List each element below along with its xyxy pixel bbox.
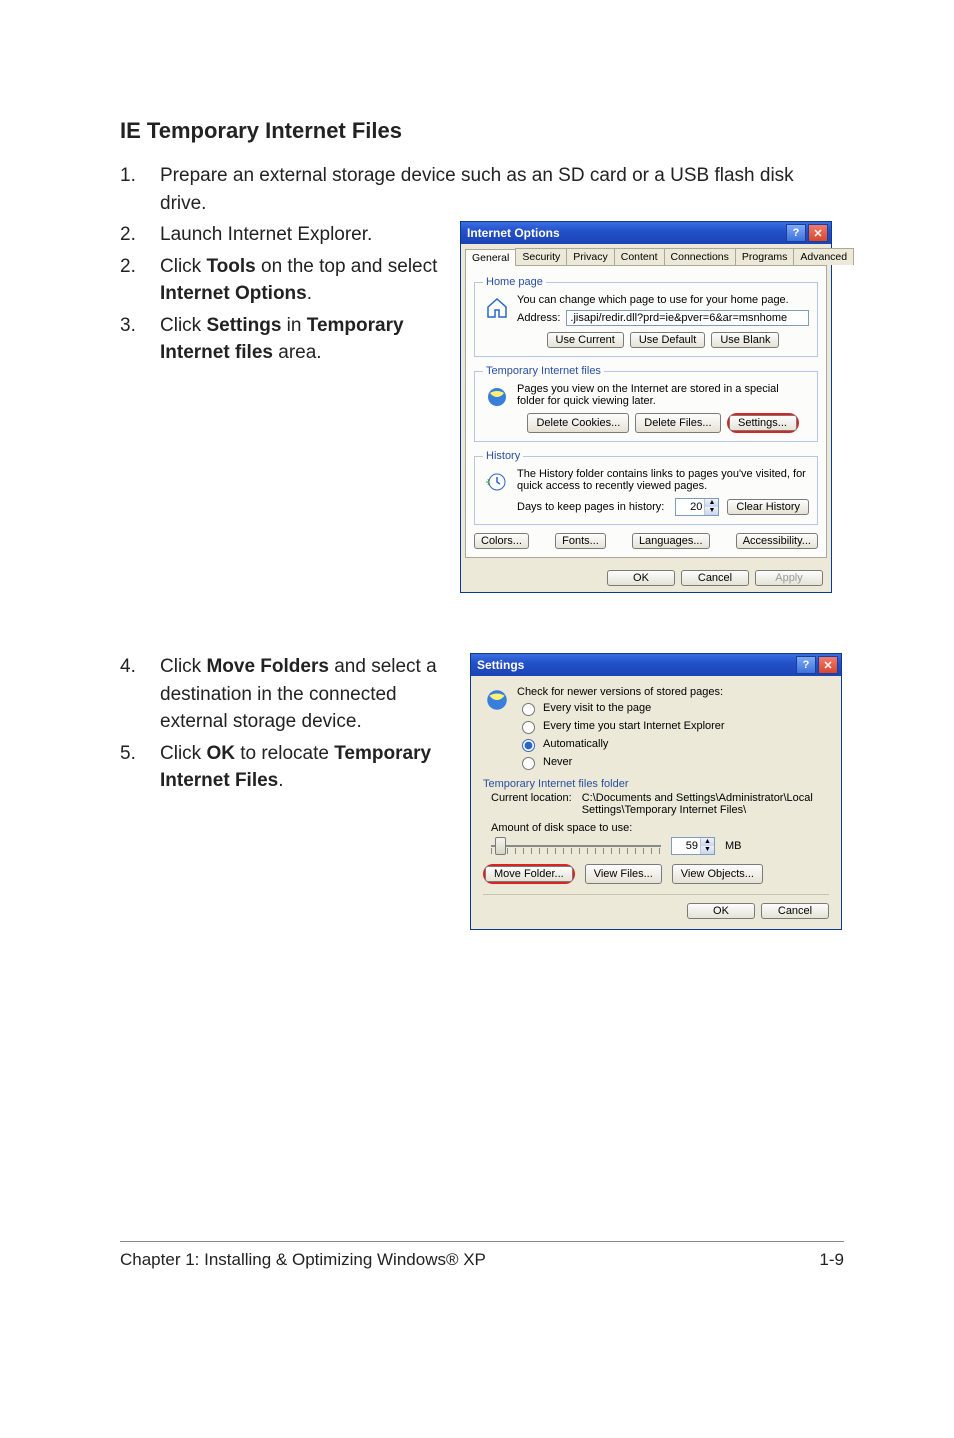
settings-button[interactable]: Settings... <box>729 415 797 431</box>
legend-history: History <box>483 450 523 462</box>
disk-space-input[interactable] <box>672 840 700 852</box>
check-versions-label: Check for newer versions of stored pages… <box>517 686 829 698</box>
use-default-button[interactable]: Use Default <box>630 332 705 348</box>
clear-history-button[interactable]: Clear History <box>727 499 809 515</box>
tab-privacy[interactable]: Privacy <box>566 248 614 265</box>
disk-space-slider[interactable] <box>491 836 661 856</box>
cancel-button[interactable]: Cancel <box>681 570 749 586</box>
legend-temp: Temporary Internet files <box>483 365 604 377</box>
step-text: Click Move Folders and select a destinat… <box>160 653 450 736</box>
help-button[interactable]: ? <box>786 224 806 242</box>
radio-every-start[interactable]: Every time you start Internet Explorer <box>517 718 829 734</box>
history-desc: The History folder contains links to pag… <box>517 468 809 492</box>
close-button[interactable]: ✕ <box>818 656 838 674</box>
spin-up-icon[interactable]: ▲ <box>701 838 714 846</box>
tab-content[interactable]: Content <box>614 248 665 265</box>
use-blank-button[interactable]: Use Blank <box>711 332 779 348</box>
current-location-value: C:\Documents and Settings\Administrator\… <box>582 792 829 816</box>
address-input[interactable] <box>566 310 809 326</box>
radio-automatically[interactable]: Automatically <box>517 736 829 752</box>
days-input[interactable] <box>676 501 704 513</box>
step-text: Prepare an external storage device such … <box>160 162 844 217</box>
step-text: Click Tools on the top and select Intern… <box>160 253 440 308</box>
step-number: 4. <box>120 653 160 736</box>
folder-section-label: Temporary Internet files folder <box>483 778 829 790</box>
tab-general[interactable]: General <box>465 249 516 266</box>
home-desc: You can change which page to use for you… <box>517 294 809 306</box>
home-icon <box>483 294 511 322</box>
ie-globe-icon <box>483 686 511 714</box>
settings-highlight: Settings... <box>727 413 799 433</box>
delete-cookies-button[interactable]: Delete Cookies... <box>527 413 629 433</box>
spin-up-icon[interactable]: ▲ <box>705 499 718 507</box>
titlebar[interactable]: Internet Options ? ✕ <box>461 222 831 244</box>
use-current-button[interactable]: Use Current <box>547 332 624 348</box>
help-button[interactable]: ? <box>796 656 816 674</box>
delete-files-button[interactable]: Delete Files... <box>635 413 720 433</box>
address-label: Address: <box>517 312 560 324</box>
view-objects-button[interactable]: View Objects... <box>672 864 763 884</box>
footer-page: 1-9 <box>819 1250 844 1270</box>
history-icon <box>483 468 511 496</box>
radio-every-visit[interactable]: Every visit to the page <box>517 700 829 716</box>
spin-down-icon[interactable]: ▼ <box>701 846 714 854</box>
tab-advanced[interactable]: Advanced <box>793 248 854 265</box>
tab-programs[interactable]: Programs <box>735 248 795 265</box>
ok-button[interactable]: OK <box>687 903 755 919</box>
slider-thumb-icon[interactable] <box>495 837 506 855</box>
current-location-label: Current location: <box>491 792 572 816</box>
ok-button[interactable]: OK <box>607 570 675 586</box>
apply-button[interactable]: Apply <box>755 570 823 586</box>
step-number: 5. <box>120 740 160 795</box>
move-folder-button[interactable]: Move Folder... <box>485 866 573 882</box>
step-number: 1. <box>120 162 160 217</box>
tab-connections[interactable]: Connections <box>664 248 736 265</box>
temp-files-group: Temporary Internet files Pages you view … <box>474 365 818 442</box>
step-number: 3. <box>120 312 160 367</box>
move-folder-highlight: Move Folder... <box>483 864 575 884</box>
cancel-button[interactable]: Cancel <box>761 903 829 919</box>
fonts-button[interactable]: Fonts... <box>555 533 606 549</box>
step-text: Click OK to relocate Temporary Internet … <box>160 740 450 795</box>
disk-space-label: Amount of disk space to use: <box>491 822 829 834</box>
legend-home: Home page <box>483 276 546 288</box>
tab-strip: General Security Privacy Content Connect… <box>461 244 831 265</box>
titlebar[interactable]: Settings ? ✕ <box>471 654 841 676</box>
colors-button[interactable]: Colors... <box>474 533 529 549</box>
temp-desc: Pages you view on the Internet are store… <box>517 383 809 407</box>
view-files-button[interactable]: View Files... <box>585 864 662 884</box>
page-footer: Chapter 1: Installing & Optimizing Windo… <box>120 1241 844 1270</box>
section-heading: IE Temporary Internet Files <box>120 118 844 144</box>
internet-options-dialog: Internet Options ? ✕ General Security Pr… <box>460 221 832 593</box>
footer-chapter: Chapter 1: Installing & Optimizing Windo… <box>120 1250 486 1270</box>
spin-down-icon[interactable]: ▼ <box>705 507 718 515</box>
settings-dialog: Settings ? ✕ Check for newer versions of… <box>470 653 842 930</box>
disk-space-unit: MB <box>725 840 742 852</box>
accessibility-button[interactable]: Accessibility... <box>736 533 818 549</box>
days-spinner[interactable]: ▲▼ <box>675 498 719 516</box>
languages-button[interactable]: Languages... <box>632 533 710 549</box>
ie-globe-icon <box>483 383 511 411</box>
dialog-title: Settings <box>477 658 524 672</box>
close-button[interactable]: ✕ <box>808 224 828 242</box>
dialog-title: Internet Options <box>467 226 560 240</box>
history-group: History The History folder contains link… <box>474 450 818 525</box>
tab-security[interactable]: Security <box>515 248 567 265</box>
step-number: 2. <box>120 221 160 249</box>
step-number: 2. <box>120 253 160 308</box>
step-text: Click Settings in Temporary Internet fil… <box>160 312 440 367</box>
radio-never[interactable]: Never <box>517 754 829 770</box>
disk-space-spinner[interactable]: ▲▼ <box>671 837 715 855</box>
home-page-group: Home page You can change which page to u… <box>474 276 818 357</box>
step-text: Launch Internet Explorer. <box>160 221 440 249</box>
days-label: Days to keep pages in history: <box>517 501 667 513</box>
